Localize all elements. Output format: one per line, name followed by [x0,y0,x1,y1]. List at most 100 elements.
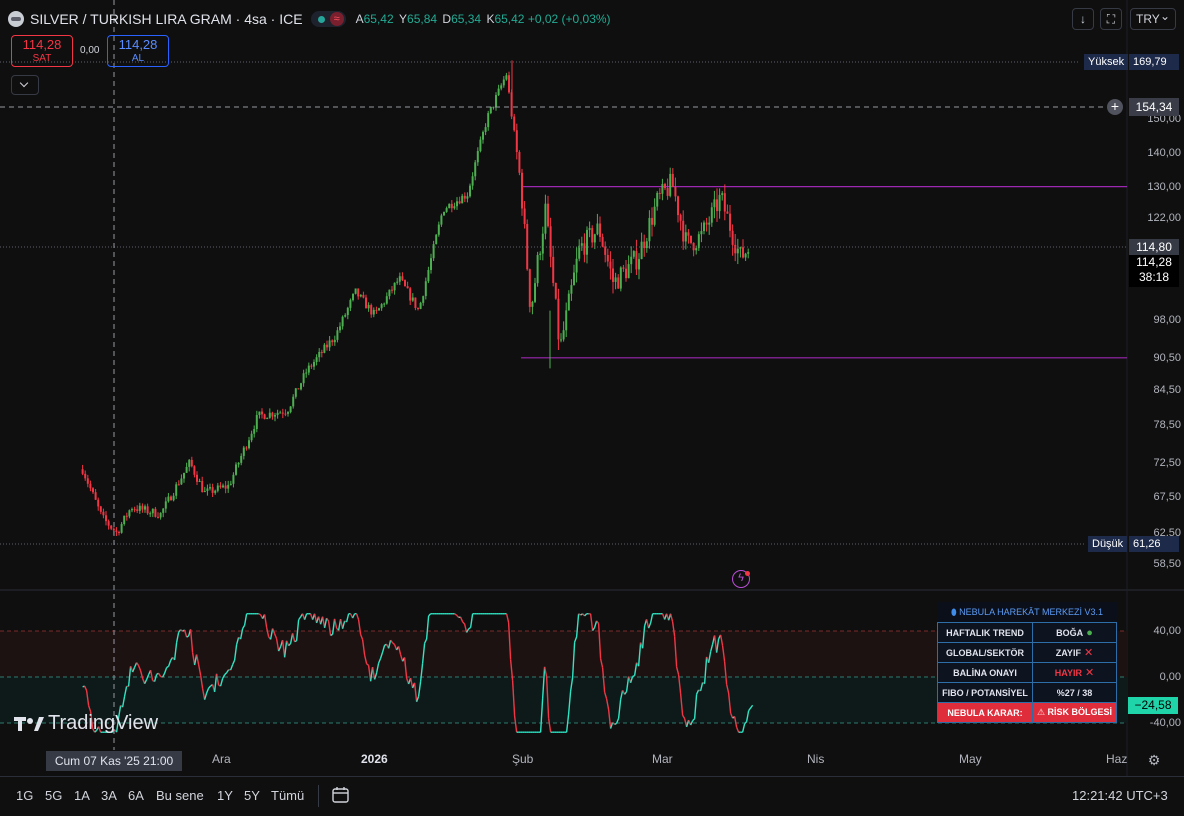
candle-body [328,340,331,348]
candle-body [432,244,435,259]
timeframe-5y[interactable]: 5Y [244,788,260,803]
candle-body [97,499,100,507]
candle-body [110,525,113,529]
low-value: 65,34 [451,12,482,26]
candle-series [81,60,750,536]
horizontal-levels[interactable] [521,186,1127,359]
nebula-row-label: FIBO / POTANSİYEL [937,682,1033,703]
candle-body [372,309,375,315]
candle-body [99,506,102,512]
candle-body [206,488,209,492]
add-alert-icon[interactable]: + [1107,99,1123,115]
candle-body [305,372,308,374]
buy-price: 114,28 [118,37,158,52]
candle-body [375,309,378,311]
timeframe-tümü[interactable]: Tümü [271,788,304,803]
candle-body [596,223,599,235]
candle-body [315,357,318,363]
time-axis-label: Mar [652,752,673,766]
buy-button[interactable]: 114,28 AL [107,35,169,67]
candle-body [625,268,628,279]
candle-body [469,185,472,197]
candle-body [443,211,446,216]
candle-body [700,231,703,235]
price-tick-label: 84,50 [1153,384,1181,396]
oscillator-segment [462,621,466,625]
candle-body [734,244,737,254]
oscillator-segment [459,616,464,623]
candle-body [450,203,453,209]
time-axis-label: Haz [1106,752,1128,766]
candle-body [154,508,157,517]
candle-body [679,215,682,221]
sell-button[interactable]: 114,28 SAT [11,35,73,67]
candle-body [266,417,269,420]
timeframe-5g[interactable]: 5G [45,788,62,803]
settings-gear-icon[interactable]: ⚙ [1146,752,1162,768]
timeframe-3a[interactable]: 3A [101,788,117,803]
candle-body [261,411,264,415]
clock[interactable]: 12:21:42 UTC+3 [1072,788,1168,803]
low-value: 61,26 [1133,538,1161,550]
candle-body [86,478,89,484]
candle-body [710,207,713,223]
symbol-legend[interactable]: SILVER / TURKISH LIRA GRAM · 4sa · ICE ≈… [8,9,611,29]
oscillator-segment [468,626,471,630]
candle-body [164,501,167,509]
price-tick-label: 58,50 [1153,558,1181,570]
high-tag: Yüksek [1084,54,1129,70]
high-value: 65,84 [407,12,438,26]
candle-body [346,307,349,316]
timeframe-1a[interactable]: 1A [74,788,90,803]
oscillator-segment [589,613,594,631]
candle-body [341,316,344,327]
candle-body [151,508,154,514]
oscillator-value: −24,58 [1134,698,1172,712]
collapse-legend-button[interactable] [11,75,39,95]
candle-body [216,485,219,491]
oscillator-segment [298,616,302,621]
candle-body [521,172,524,209]
crosshair-time-label: Cum 07 Kas '25 21:00 [46,751,182,771]
candle-body [713,199,716,208]
tradingview-watermark[interactable]: TradingView [14,712,158,735]
candle-body [515,130,518,153]
oscillator-segment [355,613,360,621]
candle-body [310,365,313,367]
candle-body [393,282,396,291]
candle-body [497,88,500,96]
candle-body [211,487,214,493]
status-pills[interactable]: ≈ [310,11,346,27]
candle-body [294,388,297,397]
candle-body [177,484,180,486]
timeframe-6a[interactable]: 6A [128,788,144,803]
timeframe-bu-sene[interactable]: Bu sene [156,788,204,803]
candle-body [591,228,594,243]
candle-body [554,282,557,299]
candle-body [289,406,292,413]
date-range-button[interactable] [331,785,351,805]
candle-body [115,530,118,532]
candle-body [552,256,555,283]
symbol-title[interactable]: SILVER / TURKISH LIRA GRAM · 4sa · ICE [30,11,303,27]
candle-body [705,222,708,225]
chevron-down-icon: ⌄ [1159,9,1170,23]
download-button[interactable]: ↓ [1072,8,1094,30]
currency-select[interactable]: TRY ⌄ [1130,8,1176,30]
candle-body [651,217,654,225]
candle-body [339,326,342,331]
timeframe-1g[interactable]: 1G [16,788,33,803]
fullscreen-button[interactable]: ⛶ [1100,8,1122,30]
candle-body [627,264,630,279]
ohlc-values: A65,42 Y65,84 D65,34 K65,42 +0,02 (+0,03… [354,12,611,26]
candle-body [658,192,661,194]
candle-body [430,258,433,271]
candle-body [201,481,204,493]
timeframe-1y[interactable]: 1Y [217,788,233,803]
candle-body [677,196,680,216]
price-tick-label: 78,50 [1153,419,1181,431]
candle-body [424,281,427,297]
candle-body [352,293,355,301]
candle-body [227,484,230,489]
oscillator-segment [243,613,248,626]
